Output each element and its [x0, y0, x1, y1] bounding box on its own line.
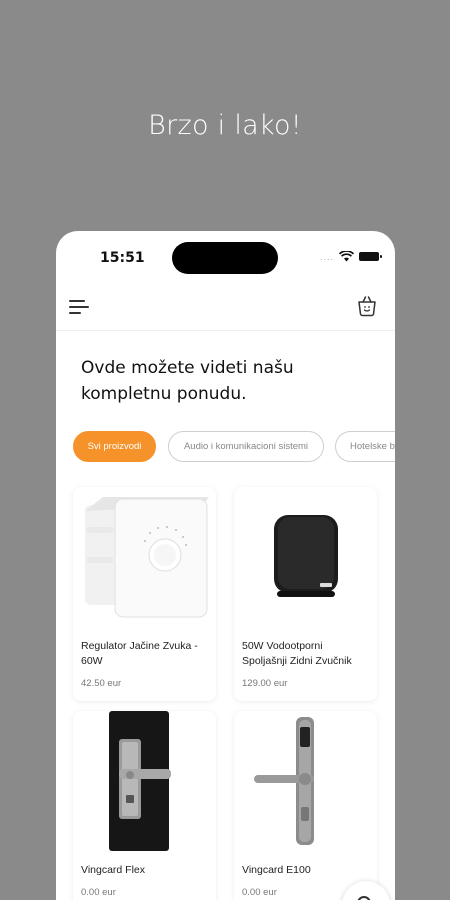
product-image: [234, 711, 377, 851]
search-icon: [357, 896, 371, 900]
product-card[interactable]: Regulator Jačine Zvuka - 60W 42.50 eur: [73, 487, 216, 701]
battery-icon: [359, 252, 382, 261]
app-bar: [56, 289, 395, 331]
product-name: Regulator Jačine Zvuka - 60W: [81, 640, 198, 667]
product-image: [234, 487, 377, 627]
product-image: [73, 487, 216, 627]
category-chip-audio[interactable]: Audio i komunikacioni sistemi: [168, 431, 324, 462]
product-image: [73, 711, 216, 851]
search-button[interactable]: [342, 881, 390, 900]
status-icons: ....: [319, 251, 382, 262]
product-price: 0.00 eur: [81, 887, 116, 898]
phone-screen: 15:51 .... Ovde možete videti našu kompl…: [56, 231, 395, 900]
product-card[interactable]: 50W Vodootporni Spoljašnji Zidni Zvučnik…: [234, 487, 377, 701]
product-name: Vingcard Flex: [81, 864, 146, 876]
headline: Brzo i lako!: [148, 110, 302, 141]
dynamic-island: [172, 242, 278, 274]
intro-text: Ovde možete videti našu kompletnu ponudu…: [81, 358, 294, 404]
basket-icon[interactable]: [355, 294, 379, 318]
wifi-icon: [339, 251, 354, 262]
product-price: 129.00 eur: [242, 678, 288, 689]
category-chip-hotel[interactable]: Hotelske b: [335, 431, 395, 462]
status-bar: 15:51 ....: [56, 231, 395, 289]
product-name: Vingcard E100: [242, 864, 311, 876]
signal-dots: ....: [319, 251, 334, 262]
product-card[interactable]: Vingcard E100 0.00 eur: [234, 711, 377, 900]
product-price: 42.50 eur: [81, 678, 122, 689]
category-filter-bar: Svi proizvodi Audio i komunikacioni sist…: [73, 431, 395, 463]
status-time: 15:51: [100, 250, 145, 266]
product-name: 50W Vodootporni Spoljašnji Zidni Zvučnik: [242, 640, 352, 667]
category-chip-all[interactable]: Svi proizvodi: [73, 431, 156, 462]
menu-icon[interactable]: [69, 298, 93, 318]
product-card[interactable]: Vingcard Flex 0.00 eur: [73, 711, 216, 900]
